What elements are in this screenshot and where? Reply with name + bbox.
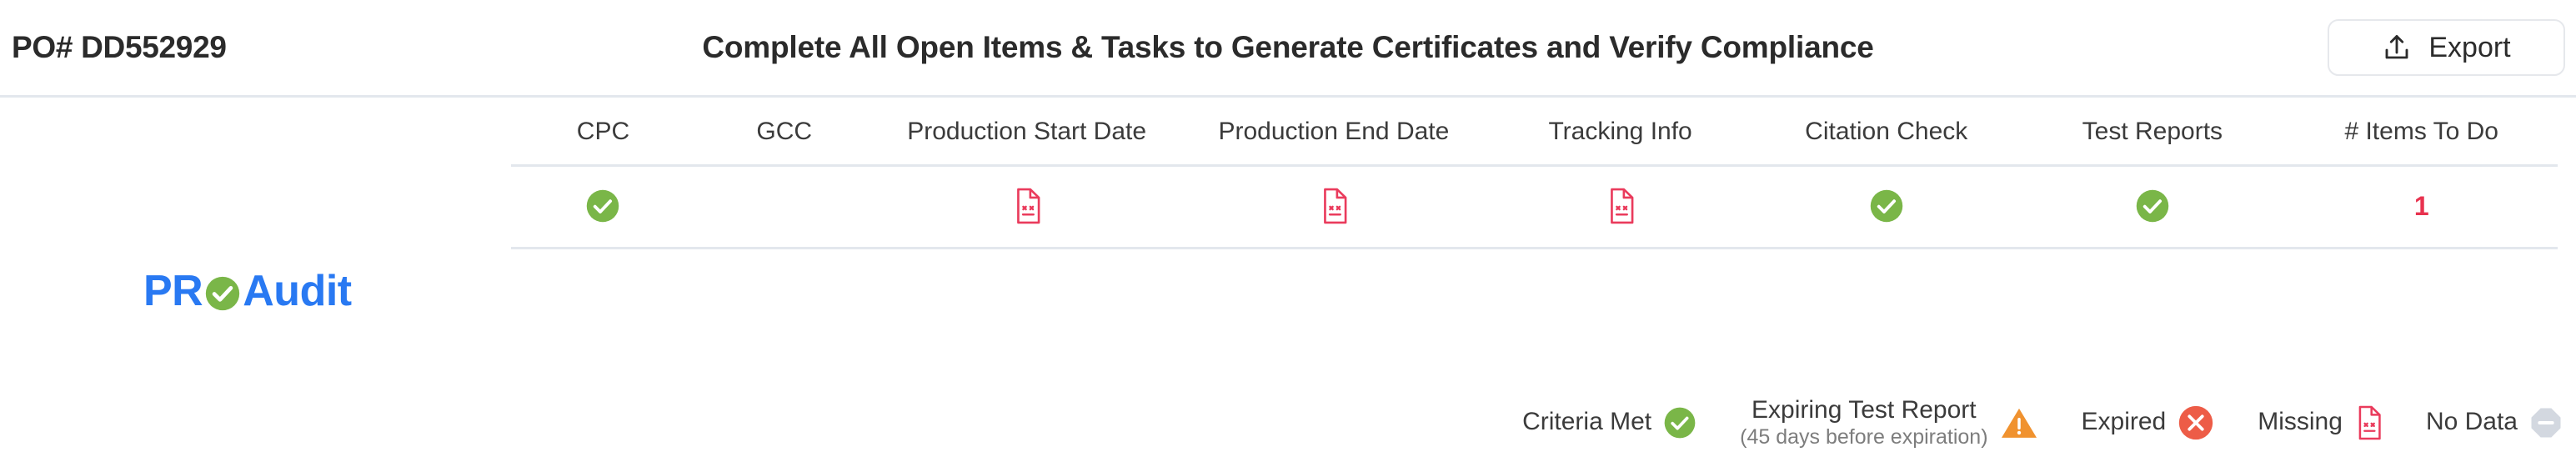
cell-gcc[interactable] [694,165,874,249]
red-x-circle-icon [2178,404,2214,441]
legend-item-expiring-test-report: Expiring Test Report (45 days before exp… [1740,396,2037,449]
legend-label-expiring-test-report: Expiring Test Report [1752,396,1977,424]
gray-dash-octagon-icon [2529,406,2563,439]
green-check-circle-icon[interactable] [2135,188,2170,223]
cell-production-end-date[interactable] [1180,165,1488,249]
cell-cpc[interactable] [511,165,695,249]
cell-tracking-info[interactable] [1487,165,1754,249]
app-header: PO# DD552929 Complete All Open Items & T… [0,0,2576,98]
table-header-row: CPC GCC Production Start Date Production… [511,111,2558,167]
purchase-order-label: PO# DD552929 [12,30,227,64]
export-button-label: Export [2428,31,2511,63]
status-legend: Criteria Met Expiring Test Report (45 da… [1522,396,2563,449]
logo-suffix: Audit [243,267,352,315]
legend-label-criteria-met: Criteria Met [1522,408,1652,436]
audit-table: CPC GCC Production Start Date Production… [511,111,2558,249]
column-header-citation-check: Citation Check [1753,111,2020,167]
missing-document-icon [2354,405,2383,440]
cell-test-reports[interactable] [2019,165,2286,249]
legend-item-criteria-met: Criteria Met [1522,406,1696,439]
green-check-circle-icon[interactable] [1869,188,1904,223]
legend-item-missing: Missing [2258,405,2383,440]
legend-sublabel-expiring-test-report: (45 days before expiration) [1740,424,1988,449]
column-header-production-end-date: Production End Date [1180,111,1488,167]
missing-document-icon[interactable] [1606,188,1636,224]
column-header-production-start-date: Production Start Date [873,111,1180,167]
legend-label-no-data: No Data [2425,408,2518,436]
legend-label-expired: Expired [2081,408,2167,436]
column-header-tracking-info: Tracking Info [1487,111,1754,167]
column-header-gcc: GCC [694,111,874,167]
legend-item-no-data: No Data [2426,406,2563,439]
cell-items-to-do[interactable]: 1 [2285,165,2558,249]
missing-document-icon[interactable] [1012,188,1042,224]
page-title: Complete All Open Items & Tasks to Gener… [702,30,1874,64]
main-content: PR Audit CPC GCC Production Start Date P… [0,98,2576,472]
export-button[interactable]: Export [2328,19,2565,76]
cell-production-start-date[interactable] [873,165,1180,249]
logo-prefix: PR [143,267,203,315]
column-header-test-reports: Test Reports [2019,111,2286,167]
green-check-circle-icon[interactable] [585,188,620,223]
cell-citation-check[interactable] [1753,165,2020,249]
table-row: 1 [511,165,2558,249]
items-to-do-count: 1 [2413,190,2429,221]
green-check-circle-icon [203,269,243,313]
upload-share-icon [2382,33,2412,63]
orange-warning-triangle-icon [2000,405,2038,440]
column-header-items-to-do: # Items To Do [2285,111,2558,167]
cell-gcc-empty [695,187,874,225]
green-check-circle-icon [1663,406,1696,439]
audit-table-container: CPC GCC Production Start Date Production… [511,111,2558,249]
missing-document-icon[interactable] [1319,188,1349,224]
legend-label-missing: Missing [2258,408,2343,436]
pro-audit-logo: PR Audit [143,269,352,313]
column-header-cpc: CPC [511,111,695,167]
legend-item-expired: Expired [2082,404,2215,441]
